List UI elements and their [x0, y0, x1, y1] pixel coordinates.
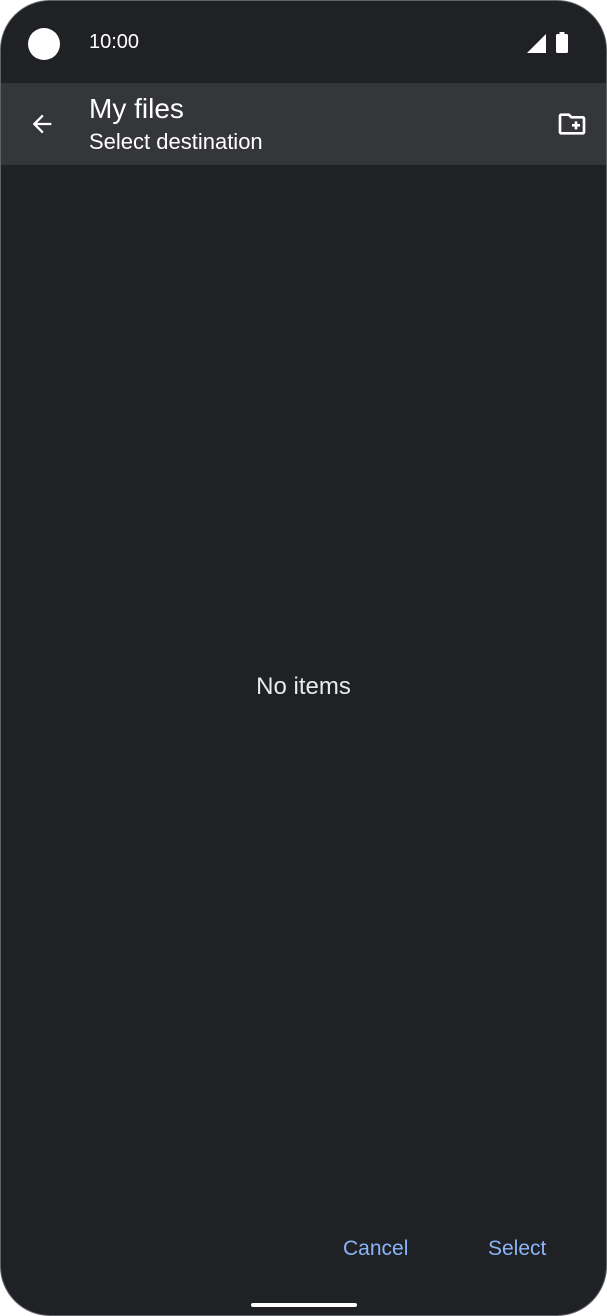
app-bar: My files Select destination	[1, 83, 606, 165]
arrow-back-icon	[32, 114, 52, 134]
signal-icon	[527, 34, 546, 53]
status-time: 10:00	[89, 31, 140, 53]
page-subtitle: Select destination	[89, 129, 263, 154]
status-bar: 10:00	[1, 1, 606, 83]
phone-frame: 10:00 My files Select destination No ite…	[0, 0, 607, 1316]
battery-icon	[556, 32, 568, 53]
page-title: My files	[89, 93, 184, 124]
empty-state-message: No items	[256, 673, 351, 700]
cancel-button[interactable]: Cancel	[343, 1237, 408, 1261]
select-button[interactable]: Select	[488, 1237, 546, 1261]
camera-cutout	[28, 28, 60, 60]
new-folder-button[interactable]	[549, 101, 595, 147]
back-button[interactable]	[19, 101, 65, 147]
create-new-folder-icon	[558, 113, 586, 135]
gesture-nav-handle[interactable]	[251, 1303, 357, 1307]
file-list-area: No items	[1, 165, 606, 1215]
